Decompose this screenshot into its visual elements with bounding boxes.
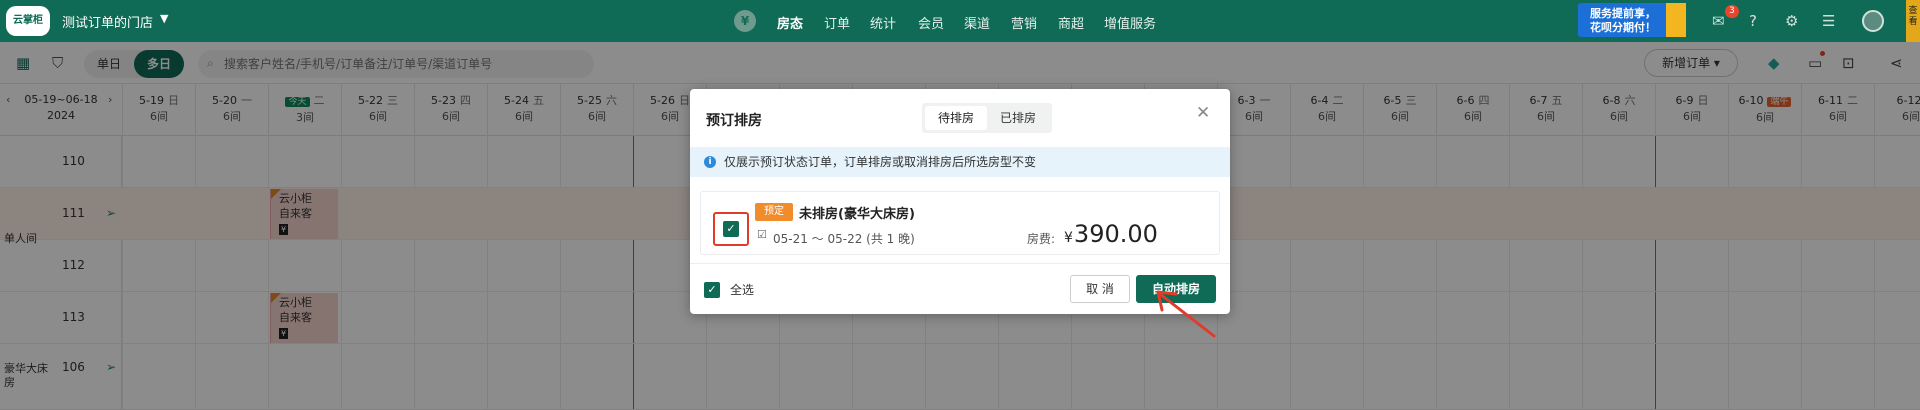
app-logo[interactable]: 云掌柜 xyxy=(6,6,50,36)
nav-room-status[interactable]: 房态 xyxy=(777,13,803,32)
gear-icon[interactable]: ⚙ xyxy=(1785,12,1798,30)
footer-divider xyxy=(690,263,1230,264)
nav-members[interactable]: 会员 xyxy=(918,13,944,32)
order-checkbox[interactable]: ✓ xyxy=(723,221,739,237)
promo-decoration xyxy=(1666,3,1686,37)
info-text: 仅展示预订状态订单，订单排房或取消排房后所选房型不变 xyxy=(724,155,1037,169)
calendar-check-icon: ☑ xyxy=(757,228,767,241)
tab-assigned[interactable]: 已排房 xyxy=(987,106,1049,130)
fee-value: 390.00 xyxy=(1073,220,1158,248)
order-title: 未排房(豪华大床房) xyxy=(799,207,915,222)
nav-mall[interactable]: 商超 xyxy=(1058,13,1084,32)
avatar[interactable] xyxy=(1862,10,1884,32)
top-bar: 云掌柜 测试订单的门店 ▼ ¥ 房态 订单 统计 会员 渠道 营销 商超 增值服… xyxy=(0,0,1920,42)
fee-label: 房费: xyxy=(1027,232,1056,246)
nav-marketing[interactable]: 营销 xyxy=(1011,13,1037,32)
pointer-arrow-icon xyxy=(1156,290,1216,338)
info-bar: i 仅展示预订状态订单，订单排房或取消排房后所选房型不变 xyxy=(690,147,1230,177)
order-card[interactable]: ✓ 预定 未排房(豪华大床房) ☑ 05-21 ～ 05-22 (共 1 晚) … xyxy=(700,191,1220,255)
order-dates: 05-21 ～ 05-22 (共 1 晚) xyxy=(773,232,915,246)
room-assign-dialog: 预订排房 待排房 已排房 ✕ i 仅展示预订状态订单，订单排房或取消排房后所选房… xyxy=(690,89,1230,314)
info-icon: i xyxy=(704,156,716,168)
select-all-label[interactable]: 全选 xyxy=(730,281,754,298)
dialog-title: 预订排房 xyxy=(706,113,762,129)
nav-orders[interactable]: 订单 xyxy=(824,13,850,32)
side-tab[interactable]: 查看 xyxy=(1906,0,1920,42)
nav-stats[interactable]: 统计 xyxy=(870,13,896,32)
message-badge: 3 xyxy=(1725,5,1739,18)
message-icon[interactable]: ✉ xyxy=(1712,12,1725,30)
select-all-checkbox[interactable]: ✓ xyxy=(704,282,720,298)
cancel-button[interactable]: 取 消 xyxy=(1070,275,1130,303)
close-icon[interactable]: ✕ xyxy=(1196,103,1210,123)
nav-channels[interactable]: 渠道 xyxy=(964,13,990,32)
store-name[interactable]: 测试订单的门店 xyxy=(62,12,153,31)
nav-value-added[interactable]: 增值服务 xyxy=(1104,13,1156,32)
currency-symbol: ¥ xyxy=(1064,230,1073,246)
status-badge: 预定 xyxy=(755,203,793,221)
chevron-down-icon[interactable]: ▼ xyxy=(160,12,168,25)
tab-pending[interactable]: 待排房 xyxy=(925,106,987,130)
brand-icon: ¥ xyxy=(734,10,756,32)
help-icon[interactable]: ? xyxy=(1749,12,1757,30)
fee-amount: ¥390.00 xyxy=(1064,220,1158,248)
menu-icon[interactable]: ☰ xyxy=(1822,12,1835,30)
dialog-tabs: 待排房 已排房 xyxy=(922,103,1052,133)
promo-banner[interactable]: 服务提前享， 花呗分期付！ xyxy=(1578,3,1686,37)
